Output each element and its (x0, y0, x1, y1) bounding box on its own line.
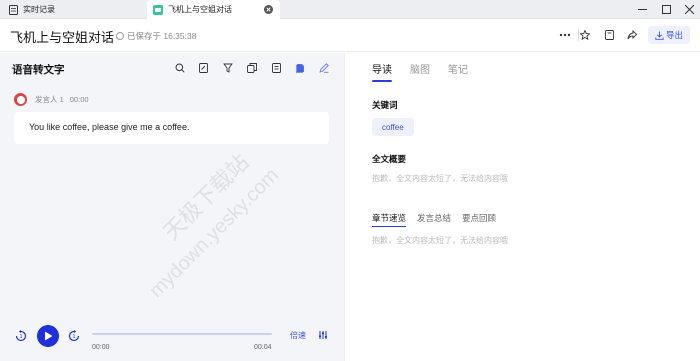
save-status-text: 已保存于 16:35:38 (127, 31, 197, 41)
document-icon (8, 4, 18, 15)
keyword-chip[interactable]: coffee (372, 118, 414, 136)
keywords-title: 关键词 (372, 100, 398, 110)
panel-title: 语音转文字 (12, 64, 65, 76)
export-button[interactable]: 导出 (648, 26, 690, 44)
tab-notes[interactable]: 笔记 (448, 61, 468, 82)
star-button[interactable] (575, 25, 595, 45)
tab-mindmap[interactable]: 脑图 (410, 61, 430, 82)
maximize-button[interactable] (654, 0, 678, 19)
export-icon (655, 31, 664, 40)
svg-text:1: 1 (20, 334, 23, 340)
avatar (14, 93, 27, 106)
play-button[interactable] (37, 325, 59, 347)
audio-player: 1 1 00:00 00:04 倍速 (0, 320, 344, 361)
svg-text:1: 1 (73, 334, 76, 340)
share-button[interactable] (622, 25, 642, 45)
document-header: 飞机上与空姐对话 已保存于 16:35:38 导出 (0, 19, 700, 52)
search-icon[interactable] (173, 61, 187, 75)
play-icon (44, 331, 52, 341)
page-title: 飞机上与空姐对话 (10, 30, 115, 45)
pen-icon[interactable] (317, 61, 331, 75)
tab-label: 飞机上与空姐对话 (168, 5, 232, 14)
close-tab-icon[interactable] (264, 5, 273, 14)
chapter-hint: 抱歉，全文内容太短了，无法给内容哦 (372, 236, 508, 245)
minimize-button[interactable] (630, 0, 654, 19)
tab-realtime-record[interactable]: 实时记录 (0, 0, 145, 19)
equalizer-icon[interactable] (317, 329, 329, 341)
filter-icon[interactable] (221, 61, 235, 75)
tab-bar: 实时记录 飞机上与空姐对话 (0, 0, 700, 19)
tab-label: 实时记录 (23, 5, 55, 14)
tab-guide[interactable]: 导读 (372, 61, 392, 82)
copy-icon[interactable] (245, 61, 259, 75)
text-document-icon[interactable] (269, 61, 283, 75)
export-label: 导出 (665, 30, 683, 40)
progress-slider[interactable] (92, 333, 272, 335)
edit-note-icon[interactable] (197, 61, 211, 75)
app-logo-icon (153, 4, 163, 15)
insight-tabs: 导读 脑图 笔记 (372, 61, 468, 82)
transcript-text[interactable]: You like coffee, please give me a coffee… (14, 112, 329, 144)
speaker-info: 发言人 1 00:00 (14, 93, 89, 106)
forward-icon[interactable]: 1 (67, 325, 81, 347)
subtab-speaker-summary[interactable]: 发言总结 (417, 212, 451, 227)
save-file-button[interactable] (599, 25, 619, 45)
close-window-button[interactable] (677, 0, 700, 19)
summary-hint: 抱歉，全文内容太短了，无法给内容哦 (372, 174, 508, 183)
rewind-icon[interactable]: 1 (14, 325, 28, 347)
transcript-panel: 语音转文字 发言人 1 00:00 You like coffee, pleas… (0, 53, 344, 361)
subtab-chapters[interactable]: 章节速览 (372, 212, 407, 227)
more-menu-button[interactable] (555, 25, 575, 45)
tab-current-document[interactable]: 飞机上与空姐对话 (147, 0, 280, 19)
save-status: 已保存于 16:35:38 (116, 30, 196, 42)
insight-panel: 导读 脑图 笔记 关键词 coffee 全文概要 抱歉，全文内容太短了，无法给内… (352, 53, 700, 361)
total-time: 00:04 (254, 344, 272, 351)
speaker-timestamp[interactable]: 00:00 (70, 95, 89, 104)
panel-divider[interactable] (344, 53, 352, 361)
current-time: 00:00 (92, 344, 110, 351)
subtab-key-points[interactable]: 要点回顾 (462, 212, 496, 227)
summary-title: 全文概要 (372, 154, 407, 164)
playback-speed-button[interactable]: 倍速 (290, 330, 306, 341)
ai-assistant-icon[interactable] (293, 61, 307, 75)
speaker-name: 发言人 1 (35, 95, 64, 104)
chapter-subtabs: 章节速览 发言总结 要点回顾 (372, 212, 496, 227)
check-circle-icon (116, 32, 124, 40)
